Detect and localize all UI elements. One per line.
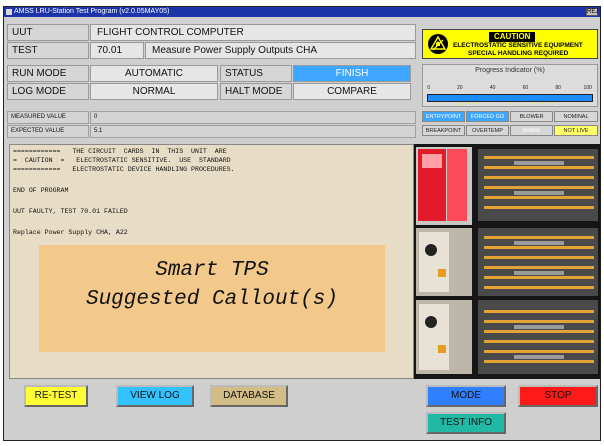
progress-tick: 100 xyxy=(583,85,592,91)
indicator-overtemp: OVERTEMP xyxy=(466,125,509,136)
progress-indicator: Progress Indicator (%) 0 20 40 60 80 100 xyxy=(422,64,598,107)
output-line: END OF PROGRAM xyxy=(13,187,69,194)
progress-ticks-icon xyxy=(435,102,584,106)
main-window: AMSS LRU-Station Test Program (v2.0.05MA… xyxy=(3,6,601,441)
progress-tick: 0 xyxy=(427,85,431,91)
run-mode-value: AUTOMATIC xyxy=(90,65,218,82)
run-mode-label: RUN MODE xyxy=(7,65,89,82)
app-icon xyxy=(6,9,12,15)
output-line: Replace Power Supply CHA, A22 xyxy=(13,229,128,236)
progress-tick: 20 xyxy=(457,85,463,91)
progress-tick: 60 xyxy=(522,85,529,91)
indicator-not-live: NOT LIVE xyxy=(554,125,598,136)
test-info-button[interactable]: TEST INFO xyxy=(426,412,506,434)
title-bar: AMSS LRU-Station Test Program (v2.0.05MA… xyxy=(4,7,600,17)
circuit-cards-image xyxy=(414,144,600,379)
indicator-nominal: NOMINAL xyxy=(554,111,598,122)
caution-line-2: SPECIAL HANDLING REQUIRED xyxy=(468,50,569,57)
log-mode-label: LOG MODE xyxy=(7,83,89,100)
esd-warning-icon xyxy=(428,34,448,54)
log-mode-value: NORMAL xyxy=(90,83,218,100)
progress-title: Progress Indicator (%) xyxy=(475,67,545,74)
status-value: FINISH xyxy=(293,65,411,82)
window-title: AMSS LRU-Station Test Program (v2.0.05MA… xyxy=(14,8,170,15)
expected-value: 5.1 xyxy=(90,125,416,138)
smart-tps-callout: Smart TPS Suggested Callout(s) xyxy=(39,245,385,352)
test-label: TEST xyxy=(7,42,89,59)
output-line: UUT FAULTY, TEST 70.01 FAILED xyxy=(13,208,128,215)
expected-value-label: EXPECTED VALUE xyxy=(7,125,89,138)
progress-tick: 80 xyxy=(555,85,561,91)
caution-line-1: ELECTROSTATIC SENSITIVE EQUIPMENT xyxy=(453,42,583,49)
progress-bar xyxy=(427,94,593,106)
output-line: ============ ELECTROSTATIC DEVICE HANDLI… xyxy=(13,166,235,173)
uut-value: FLIGHT CONTROL COMPUTER xyxy=(90,24,416,41)
indicator-entrypoint: ENTRYPOINT xyxy=(422,111,465,122)
progress-tick: 40 xyxy=(489,85,496,91)
measured-value: 0 xyxy=(90,111,416,124)
indicator-forced-go: FORCED GO xyxy=(466,111,509,122)
indicator-spare: SPARE xyxy=(510,125,553,136)
test-name: Measure Power Supply Outputs CHA xyxy=(145,42,416,59)
test-output-log[interactable]: ============ THE CIRCUIT CARDS IN THIS U… xyxy=(9,144,414,379)
close-button[interactable]: REJ xyxy=(586,8,598,16)
circuit-cards-picture xyxy=(414,144,600,379)
halt-mode-label: HALT MODE xyxy=(220,83,292,100)
output-line: = CAUTION = ELECTROSTATIC SENSITIVE. USE… xyxy=(13,157,231,164)
halt-mode-value: COMPARE xyxy=(293,83,411,100)
callout-line-1: Smart TPS xyxy=(155,259,269,282)
mode-button[interactable]: MODE xyxy=(426,385,506,407)
re-test-button[interactable]: RE-TEST xyxy=(24,385,88,407)
indicator-breakpoint: BREAKPOINT xyxy=(422,125,465,136)
view-log-button[interactable]: VIEW LOG xyxy=(116,385,194,407)
measured-value-label: MEASURED VALUE xyxy=(7,111,89,124)
esd-caution-banner: CAUTION ELECTROSTATIC SENSITIVE EQUIPMEN… xyxy=(422,29,598,59)
output-line: ============ THE CIRCUIT CARDS IN THIS U… xyxy=(13,148,227,155)
indicator-blower: BLOWER xyxy=(510,111,553,122)
callout-line-2: Suggested Callout(s) xyxy=(85,288,339,311)
uut-label: UUT xyxy=(7,24,89,41)
status-label: STATUS xyxy=(220,65,292,82)
stop-button[interactable]: STOP xyxy=(518,385,598,407)
caution-heading: CAUTION xyxy=(489,32,536,42)
database-button[interactable]: DATABASE xyxy=(210,385,288,407)
test-number: 70.01 xyxy=(90,42,144,59)
